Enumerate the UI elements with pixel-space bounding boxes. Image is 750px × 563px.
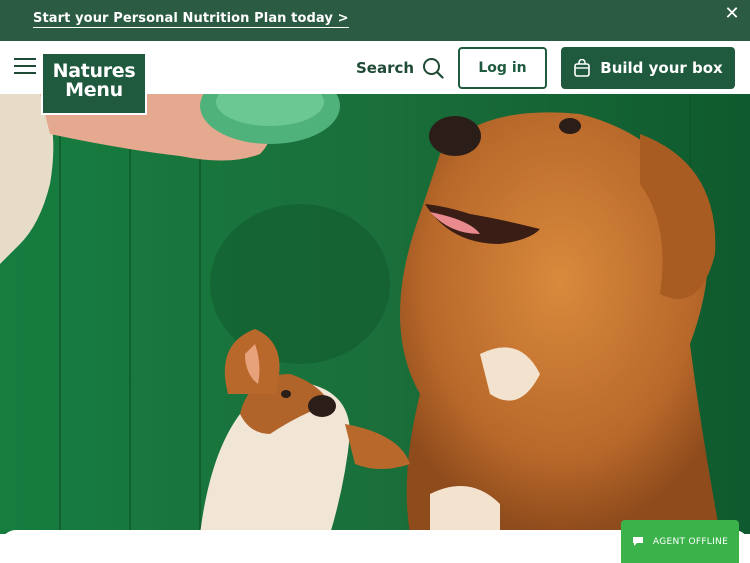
logo-text-line2: Menu (65, 79, 123, 101)
hero-image (0, 94, 750, 534)
promo-bar: Start your Personal Nutrition Plan today… (0, 0, 750, 41)
search-label: Search (356, 59, 415, 77)
agent-status-label: AGENT OFFLINE (652, 536, 729, 547)
search-button[interactable]: Search (356, 57, 444, 79)
hero-dogs-illustration (0, 94, 750, 534)
build-your-box-button[interactable]: Build your box (561, 47, 735, 89)
chat-icon (632, 537, 643, 546)
search-icon (423, 58, 444, 79)
bag-icon (574, 59, 591, 77)
nutrition-plan-link[interactable]: Start your Personal Nutrition Plan today… (33, 11, 349, 28)
login-button[interactable]: Log in (458, 47, 547, 89)
menu-icon[interactable] (14, 56, 36, 76)
logo-text-line1: Natures (52, 60, 136, 82)
close-icon[interactable]: ✕ (722, 4, 742, 24)
build-your-box-label: Build your box (600, 59, 723, 77)
chat-agent-button[interactable]: AGENT OFFLINE (621, 520, 739, 563)
natures-menu-logo[interactable]: Natures Menu (41, 52, 147, 115)
